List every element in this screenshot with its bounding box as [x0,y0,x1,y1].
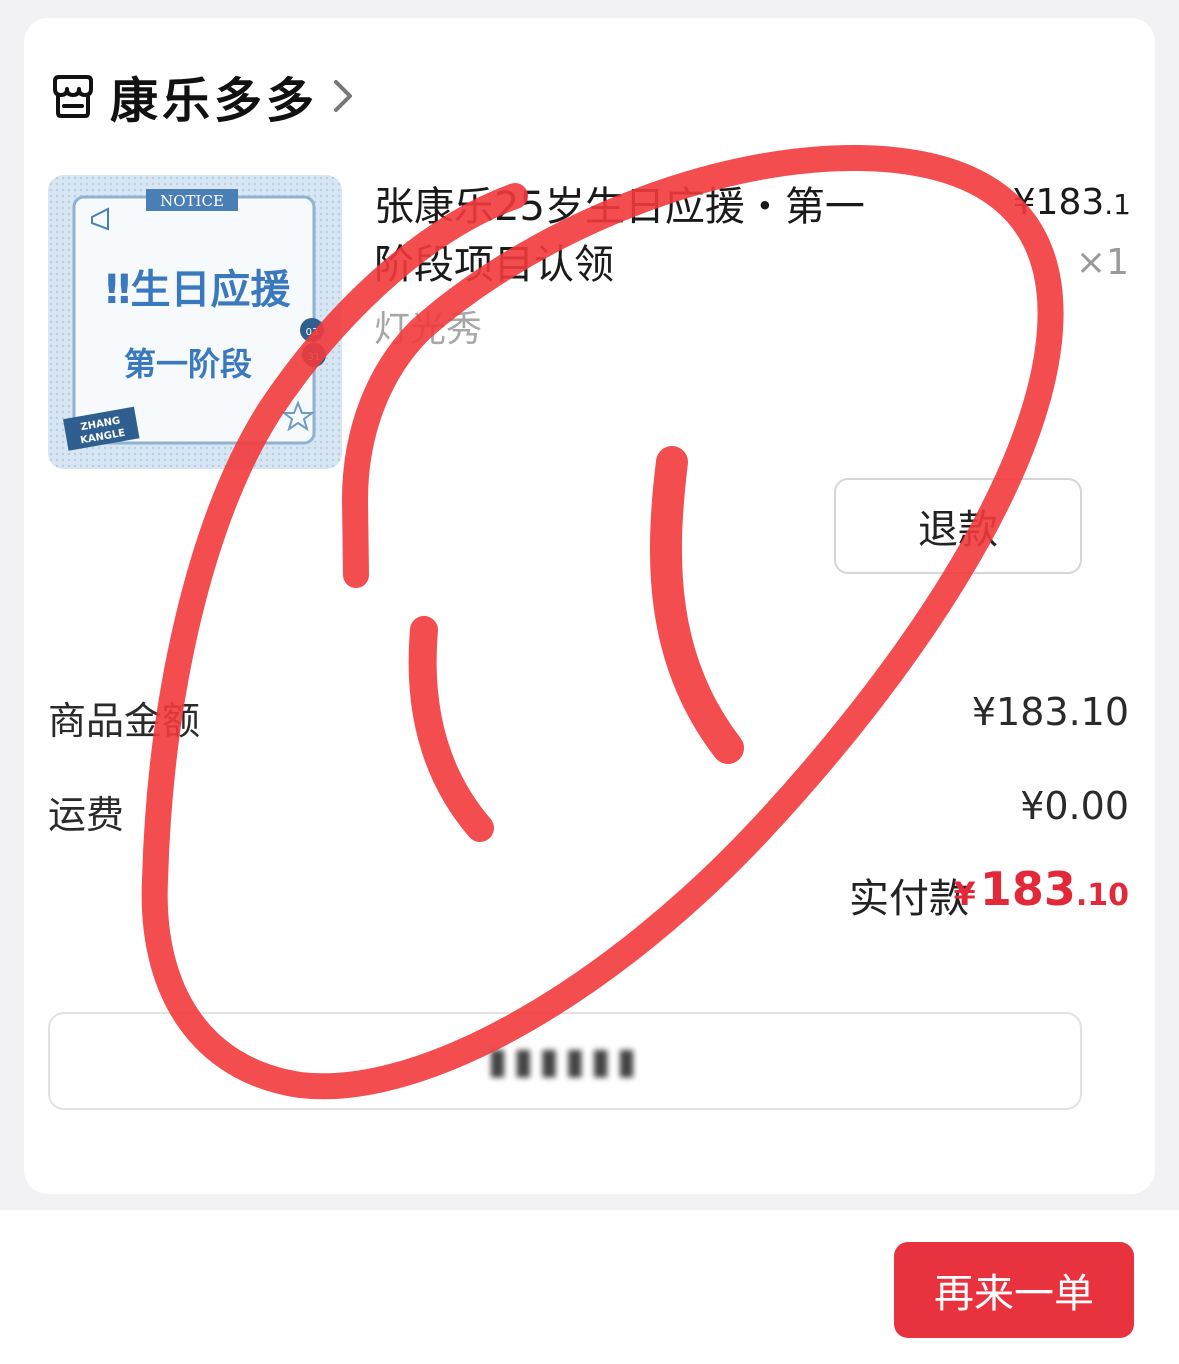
notice-text: NOTICE [160,192,224,210]
product-quantity: ×1 [1075,242,1129,283]
product-price-main: ¥183 [1012,182,1105,223]
image-line2: 第一阶段 [124,345,252,383]
product-image[interactable]: NOTICE ‼生日应援 第一阶段 03 31 ZHANG KANGLE [48,175,342,469]
blurred-action-label: ▮▮▮▮▮▮ [487,1040,643,1082]
product-price: ¥183.1 [1013,182,1131,223]
product-image-art: NOTICE ‼生日应援 第一阶段 03 31 ZHANG KANGLE [48,175,342,469]
goods-amount-value: ¥183.10 [971,690,1129,734]
product-variant: 灯光秀 [374,309,483,350]
product-price-small: .1 [1104,188,1131,221]
paid-decimal: .10 [1075,878,1129,913]
product-title[interactable]: 张康乐25岁生日应援・第一阶段项目认领 [374,178,904,294]
shipping-label: 运费 [48,793,125,837]
blurred-action-button[interactable]: ▮▮▮▮▮▮ [48,1012,1082,1110]
image-date-top: 03 [306,327,319,338]
shop-header[interactable]: 康乐多多 [48,68,354,129]
paid-amount: ¥183.10 [954,862,1129,916]
paid-integer: 183 [979,862,1076,916]
shop-name[interactable]: 康乐多多 [110,61,318,131]
goods-amount-label: 商品金额 [48,699,201,743]
image-line1: ‼生日应援 [105,267,291,313]
image-date-bottom: 31 [308,352,321,363]
paid-symbol: ¥ [953,875,976,913]
store-icon [53,75,93,118]
shipping-value: ¥0.00 [1020,784,1129,828]
refund-button[interactable]: 退款 [834,478,1082,574]
chevron-right-icon[interactable] [332,78,354,114]
reorder-button[interactable]: 再来一单 [894,1242,1134,1338]
paid-label: 实付款 [849,876,969,922]
